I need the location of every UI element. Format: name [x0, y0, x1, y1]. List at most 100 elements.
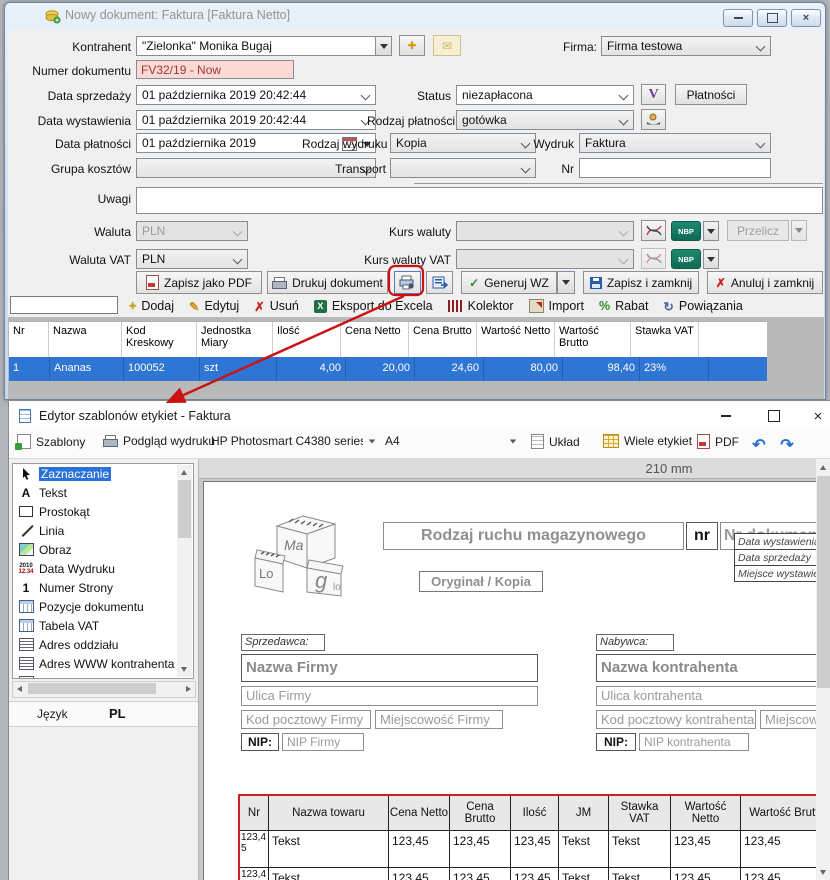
editor-canvas[interactable]: 210 mm [199, 459, 830, 880]
collector-button[interactable]: Kolektor [448, 299, 514, 313]
scrollbar-thumb[interactable] [178, 480, 191, 538]
nr-input[interactable] [579, 158, 771, 178]
firma-combobox[interactable]: Firma testowa [601, 36, 771, 56]
tool-prostokat[interactable]: Prostokąt [13, 502, 193, 521]
maximize-button[interactable] [757, 9, 787, 27]
save-close-button[interactable]: Zapisz i zamknij [583, 271, 699, 294]
filter-input[interactable] [10, 296, 118, 314]
layout-button[interactable]: Układ [531, 434, 580, 449]
kontrahent-dropdown-button[interactable] [375, 36, 392, 56]
column-header[interactable]: Stawka VAT [631, 322, 699, 357]
lomag-logo[interactable]: Ma Lo g lo [251, 506, 355, 601]
buyer-name-placeholder[interactable]: Nazwa kontrahenta [596, 654, 830, 682]
tool-partial[interactable] [13, 673, 193, 679]
uwagi-input[interactable] [136, 187, 823, 214]
add-item-button[interactable]: +Dodaj [129, 299, 174, 313]
column-header[interactable]: Nazwa [49, 322, 122, 357]
tool-data-wydruku[interactable]: 201012.34Data Wydruku [13, 559, 193, 578]
rodzaj-platnosci-combobox[interactable]: gotówka [456, 110, 634, 130]
seller-nip-label-box[interactable]: NIP: [241, 733, 279, 751]
tool-pozycje-dokumentu[interactable]: Pozycje dokumentu [13, 597, 193, 616]
waluta-vat-combobox[interactable]: PLN [136, 249, 248, 269]
canvas-vertical-scrollbar[interactable] [816, 459, 830, 880]
buyer-street-placeholder[interactable]: Ulica kontrahenta [596, 686, 830, 706]
paper-size-select[interactable]: A4 [385, 434, 517, 448]
print-preview-button[interactable]: Podgląd wydruku [103, 434, 215, 448]
przelicz-dropdown-button[interactable] [791, 220, 807, 241]
print-label-button[interactable] [394, 271, 421, 294]
cash-hand-button[interactable] [641, 109, 666, 130]
tool-zaznaczanie[interactable]: Zaznaczanie [13, 464, 193, 483]
undo-button[interactable]: ↶ [747, 431, 771, 459]
import-button[interactable]: Import [529, 299, 584, 313]
generate-wz-button[interactable]: ✓Generuj WZ [461, 271, 557, 294]
column-header[interactable]: Nr [9, 322, 49, 357]
scrollbar-thumb[interactable] [817, 476, 830, 688]
seller-nip-placeholder[interactable]: NIP Firmy [282, 733, 364, 751]
tool-tekst[interactable]: ATekst [13, 483, 193, 502]
status-combobox[interactable]: niezapłacona [456, 85, 634, 105]
print-document-button[interactable]: Drukuj dokument [267, 271, 388, 294]
seller-zip-placeholder[interactable]: Kod pocztowy Firmy [241, 710, 371, 729]
nbp-vat-rate-button[interactable]: NBP [671, 249, 701, 269]
generate-wz-dropdown-button[interactable] [557, 271, 575, 294]
buyer-nip-label-box[interactable]: NIP: [596, 733, 636, 751]
exchange-chart-vat-button[interactable] [641, 248, 666, 269]
column-header[interactable]: Wartość Brutto [555, 322, 631, 357]
printer-select[interactable]: HP Photosmart C4380 series [211, 434, 379, 448]
seller-label-box[interactable]: Sprzedawca: [241, 634, 325, 651]
tools-horizontal-scrollbar[interactable] [12, 681, 196, 698]
nbp-dropdown-button[interactable] [703, 221, 719, 241]
column-header[interactable]: Cena Brutto [409, 322, 477, 357]
seller-name-placeholder[interactable]: Nazwa Firmy [241, 654, 538, 682]
original-copy-placeholder[interactable]: Oryginał / Kopia [419, 571, 543, 592]
delete-item-button[interactable]: ✗Usuń [254, 299, 299, 314]
kurs-waluty-vat-combobox[interactable] [456, 249, 634, 269]
minimize-button[interactable] [723, 9, 753, 27]
platnosci-button[interactable]: Płatności [675, 84, 747, 105]
tools-vertical-scrollbar[interactable] [177, 465, 192, 677]
column-header[interactable]: Jednostka Miary [197, 322, 273, 357]
przelicz-button[interactable]: Przelicz [727, 220, 789, 241]
seller-city-placeholder[interactable]: Miejscowość Firmy [375, 710, 503, 729]
tool-adres-oddzialu[interactable]: Adres oddziału [13, 635, 193, 654]
send-to-editor-button[interactable] [426, 271, 453, 294]
cancel-close-button[interactable]: ✗Anuluj i zamknij [707, 271, 823, 294]
language-value[interactable]: PL [109, 706, 126, 721]
table-row-selected[interactable]: 1 Ananas 100052 szt 4,00 20,00 24,60 80,… [9, 357, 767, 381]
templates-button[interactable]: Szablony [17, 434, 85, 449]
kontrahent-combobox[interactable]: "Zielonka" Monika Bugaj [136, 36, 376, 56]
multi-labels-button[interactable]: Wiele etykiet [603, 434, 692, 448]
buyer-zip-placeholder[interactable]: Kod pocztowy kontrahenta [596, 710, 756, 729]
scrollbar-thumb[interactable] [28, 683, 156, 694]
editor-maximize-button[interactable] [757, 401, 791, 431]
tool-obraz[interactable]: Obraz [13, 540, 193, 559]
relations-button[interactable]: ↻Powiązania [663, 299, 742, 314]
waluta-combobox[interactable]: PLN [136, 221, 248, 241]
nbp-rate-button[interactable]: NBP [671, 221, 701, 241]
export-excel-button[interactable]: XEksport do Excela [314, 299, 433, 313]
nr-literal-box[interactable]: nr [686, 522, 718, 550]
payment-provider-button[interactable]: V [641, 84, 666, 105]
tool-tabela-vat[interactable]: Tabela VAT [13, 616, 193, 635]
tool-numer-strony[interactable]: 1Numer Strony [13, 578, 193, 597]
buyer-nip-placeholder[interactable]: NIP kontrahenta [639, 733, 749, 751]
document-items-table[interactable]: Nr Nazwa towaru Cena Netto Cena Brutto I… [238, 794, 830, 880]
pdf-button[interactable]: PDF [697, 434, 739, 449]
editor-close-button[interactable]: × [801, 401, 830, 431]
rodzaj-wydruku-combobox[interactable]: Kopia [390, 133, 536, 153]
column-header[interactable]: Ilość [273, 322, 341, 357]
add-contractor-button[interactable]: + [399, 35, 425, 56]
send-mail-button[interactable]: ✉ [433, 35, 461, 56]
column-header[interactable]: Cena Netto [341, 322, 409, 357]
editor-minimize-button[interactable] [709, 401, 743, 431]
close-button[interactable]: × [791, 9, 821, 27]
data-wystawienia-combobox[interactable]: 01 października 2019 20:42:44 [136, 110, 376, 130]
discount-button[interactable]: %Rabat [599, 299, 648, 313]
seller-street-placeholder[interactable]: Ulica Firmy [241, 686, 538, 706]
transport-combobox[interactable] [390, 158, 536, 178]
exchange-chart-button[interactable] [641, 220, 666, 241]
buyer-label-box[interactable]: Nabywca: [596, 634, 674, 651]
numer-dokumentu-input[interactable]: FV32/19 - Now [136, 60, 294, 79]
column-header[interactable]: Kod Kreskowy [122, 322, 197, 357]
